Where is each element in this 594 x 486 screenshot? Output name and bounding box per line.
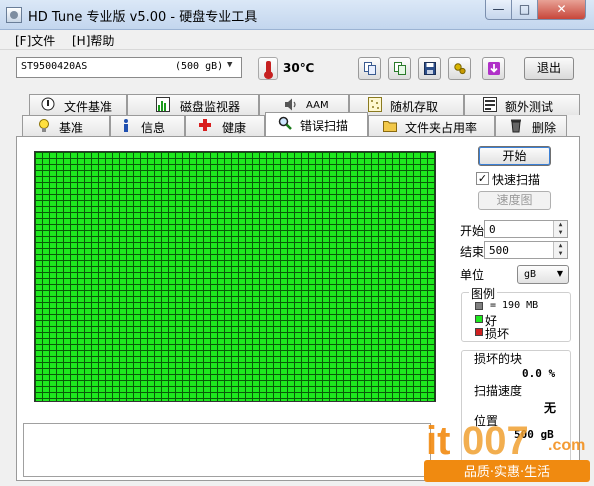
file-benchmark-icon bbox=[41, 97, 55, 111]
tab-error-scan[interactable]: 错误扫描 bbox=[265, 112, 368, 136]
copy-icon bbox=[364, 62, 376, 75]
window-title: HD Tune 专业版 v5.00 - 硬盘专业工具 bbox=[28, 10, 258, 25]
start-scan-button[interactable]: 开始 bbox=[478, 146, 551, 166]
minimize-button[interactable]: — bbox=[485, 0, 512, 20]
spin-arrows-icon[interactable]: ▲ ▼ bbox=[553, 221, 567, 237]
tab-erase[interactable]: 删除 bbox=[495, 115, 567, 136]
drive-size: (500 gB) bbox=[175, 61, 224, 72]
quick-scan-checkbox[interactable]: ✓ bbox=[476, 172, 489, 185]
speaker-icon bbox=[285, 98, 296, 111]
app-icon bbox=[6, 7, 22, 23]
copy-all-button[interactable] bbox=[388, 57, 411, 80]
gear-icon bbox=[454, 63, 466, 75]
damaged-blocks-label: 损坏的块 bbox=[474, 352, 523, 366]
start-value: 0 bbox=[489, 223, 496, 236]
drive-select[interactable]: ST9500420AS (500 gB) ▼ bbox=[16, 57, 242, 78]
unit-select[interactable]: gB ▼ bbox=[517, 265, 569, 284]
chevron-down-icon: ▼ bbox=[556, 269, 563, 278]
copy-all-icon bbox=[394, 62, 406, 75]
legend-damaged: 损坏 bbox=[485, 327, 510, 341]
exit-button[interactable]: 退出 bbox=[524, 57, 574, 80]
menu-help[interactable]: [H]帮助 bbox=[72, 32, 114, 49]
folder-icon bbox=[383, 121, 397, 132]
tab-extra-tests[interactable]: 额外测试 bbox=[464, 94, 580, 115]
extra-tests-icon bbox=[483, 97, 497, 112]
scan-block-map bbox=[34, 151, 436, 402]
svg-text:.com: .com bbox=[548, 437, 585, 454]
end-field-label: 结束 bbox=[460, 245, 485, 259]
spin-arrows-icon[interactable]: ▲ ▼ bbox=[553, 242, 567, 258]
bar-graph-icon bbox=[156, 97, 170, 112]
close-button[interactable]: ✕ bbox=[538, 0, 586, 20]
tab-folder-usage[interactable]: 文件夹占用率 bbox=[368, 115, 495, 136]
info-icon bbox=[124, 119, 128, 132]
lightbulb-icon bbox=[39, 119, 49, 132]
chevron-down-icon: ▼ bbox=[227, 60, 233, 70]
block-swatch bbox=[475, 302, 483, 310]
quick-scan-label: 快速扫描 bbox=[492, 173, 541, 187]
svg-text:007: 007 bbox=[462, 419, 529, 463]
scan-speed-label: 扫描速度 bbox=[474, 384, 523, 398]
temperature-readout: 30℃ bbox=[283, 61, 315, 75]
legend-block-size: = 190 MB bbox=[490, 300, 539, 311]
scan-log-box bbox=[23, 423, 431, 477]
svg-text:品质·实惠·生活: 品质·实惠·生活 bbox=[464, 465, 550, 480]
tab-health[interactable]: 健康 bbox=[185, 115, 265, 136]
end-value: 500 bbox=[489, 244, 509, 257]
options-button[interactable] bbox=[448, 57, 471, 80]
trash-icon bbox=[511, 119, 521, 133]
start-spinbox[interactable]: 0 ▲ ▼ bbox=[484, 220, 568, 238]
damaged-blocks-value: 0.0 % bbox=[522, 367, 556, 380]
thermometer-icon bbox=[258, 57, 278, 80]
download-arrow-icon bbox=[488, 62, 500, 75]
random-access-icon bbox=[368, 97, 382, 112]
floppy-disk-icon bbox=[424, 62, 436, 75]
red-cross-icon bbox=[199, 119, 211, 131]
copy-info-button[interactable] bbox=[358, 57, 381, 80]
unit-label: 单位 bbox=[460, 268, 485, 282]
start-field-label: 开始 bbox=[460, 224, 485, 238]
tab-file-benchmark[interactable]: 文件基准 bbox=[29, 94, 127, 115]
maximize-button[interactable]: □ bbox=[512, 0, 538, 20]
damaged-swatch bbox=[475, 328, 483, 336]
good-swatch bbox=[475, 315, 483, 323]
drive-name: ST9500420AS bbox=[21, 61, 88, 72]
unit-value: gB bbox=[524, 269, 537, 280]
it007-watermark-logo: it 007 .com 品质·实惠·生活 bbox=[424, 419, 590, 482]
tab-disk-monitor[interactable]: 磁盘监视器 bbox=[127, 94, 259, 115]
end-spinbox[interactable]: 500 ▲ ▼ bbox=[484, 241, 568, 259]
speed-map-button[interactable]: 速度图 bbox=[478, 191, 551, 210]
screenshot-button[interactable] bbox=[482, 57, 505, 80]
menu-file[interactable]: [F]文件 bbox=[15, 32, 55, 49]
magnifier-icon bbox=[278, 116, 292, 130]
tab-benchmark[interactable]: 基准 bbox=[22, 115, 110, 136]
save-button[interactable] bbox=[418, 57, 441, 80]
tab-info[interactable]: 信息 bbox=[110, 115, 185, 136]
svg-text:it: it bbox=[426, 419, 450, 463]
